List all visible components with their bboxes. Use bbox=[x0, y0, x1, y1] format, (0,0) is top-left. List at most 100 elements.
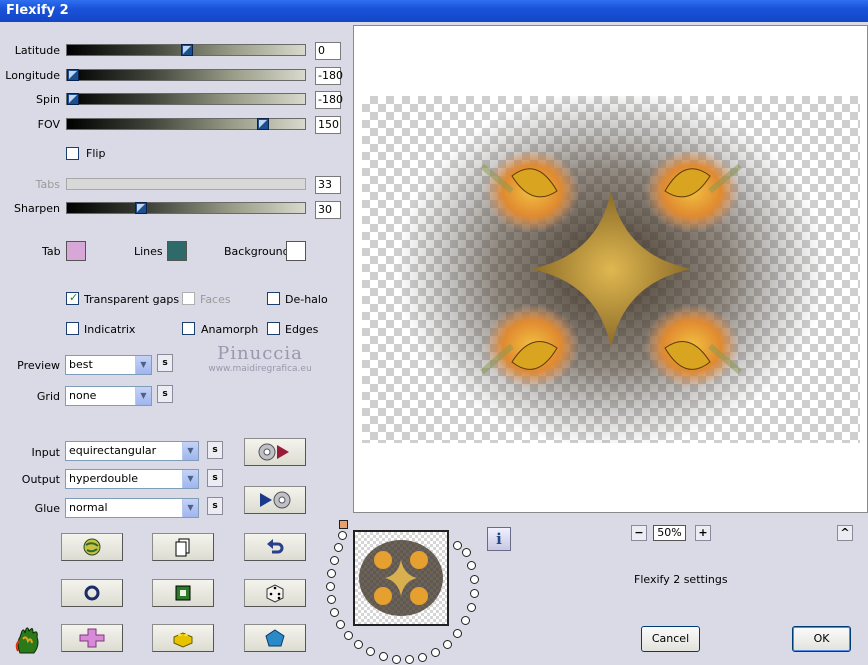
indicatrix-label: Indicatrix bbox=[84, 323, 136, 336]
preview-mode-s-button[interactable]: s bbox=[157, 354, 173, 372]
background-color-swatch[interactable] bbox=[286, 241, 306, 261]
preview-mode-select[interactable]: best ▼ bbox=[65, 355, 152, 375]
title-bar: Flexify 2 bbox=[0, 0, 868, 22]
output-s-button[interactable]: s bbox=[207, 469, 223, 487]
orbit-dot[interactable] bbox=[330, 556, 339, 565]
latitude-value-input[interactable]: 0 bbox=[315, 42, 341, 60]
output-projection-select[interactable]: hyperdouble ▼ bbox=[65, 469, 199, 489]
tabs-label: Tabs bbox=[35, 178, 60, 191]
orbit-dot[interactable] bbox=[462, 548, 471, 557]
tabs-slider bbox=[66, 178, 306, 190]
spin-slider[interactable] bbox=[66, 93, 306, 105]
grid-s-button[interactable]: s bbox=[157, 385, 173, 403]
lines-color-label: Lines bbox=[134, 245, 163, 258]
longitude-value-input[interactable]: -180 bbox=[315, 67, 343, 85]
orbit-dot[interactable] bbox=[327, 569, 336, 578]
glue-select[interactable]: normal ▼ bbox=[65, 498, 199, 518]
info-button[interactable]: i bbox=[487, 527, 511, 551]
pentagon-button[interactable] bbox=[244, 624, 306, 652]
orbit-dot[interactable] bbox=[453, 629, 462, 638]
orbit-dot[interactable] bbox=[467, 561, 476, 570]
orbit-handle[interactable] bbox=[339, 520, 348, 529]
cross-button[interactable] bbox=[61, 624, 123, 652]
longitude-slider-thumb[interactable] bbox=[67, 69, 79, 81]
collapse-button[interactable]: ^ bbox=[837, 525, 853, 541]
preview-image bbox=[396, 96, 826, 443]
orbit-dot[interactable] bbox=[334, 543, 343, 552]
copy-button[interactable] bbox=[152, 533, 214, 561]
orbit-dot[interactable] bbox=[326, 582, 335, 591]
fov-slider-thumb[interactable] bbox=[257, 118, 269, 130]
preview-panel[interactable] bbox=[353, 25, 868, 513]
indicatrix-checkbox[interactable] bbox=[66, 322, 79, 335]
orbit-dot[interactable] bbox=[405, 655, 414, 664]
square-button[interactable] bbox=[152, 579, 214, 607]
orbit-dot[interactable] bbox=[418, 653, 427, 662]
tab-color-swatch[interactable] bbox=[66, 241, 86, 261]
orbit-dot[interactable] bbox=[336, 620, 345, 629]
input-projection-select[interactable]: equirectangular ▼ bbox=[65, 441, 199, 461]
random-globe-button[interactable] bbox=[61, 533, 123, 561]
fov-value-input[interactable]: 150 bbox=[315, 116, 341, 134]
ok-button[interactable]: OK bbox=[792, 626, 851, 652]
play-to-disc-button[interactable] bbox=[244, 486, 306, 514]
brick-button[interactable] bbox=[152, 624, 214, 652]
transparent-gaps-checkbox[interactable]: ✓ bbox=[66, 291, 79, 305]
spin-value-input[interactable]: -180 bbox=[315, 91, 343, 109]
brick-icon bbox=[173, 632, 193, 648]
orbit-dot[interactable] bbox=[327, 595, 336, 604]
glue-s-button[interactable]: s bbox=[207, 497, 223, 515]
orbit-dot[interactable] bbox=[366, 647, 375, 656]
anamorph-checkbox[interactable] bbox=[182, 322, 195, 335]
edges-checkbox[interactable] bbox=[267, 322, 280, 335]
tabs-value-input[interactable]: 33 bbox=[315, 176, 341, 194]
orbit-dot[interactable] bbox=[470, 589, 479, 598]
orbit-dot[interactable] bbox=[338, 531, 347, 540]
input-s-button[interactable]: s bbox=[207, 441, 223, 459]
latitude-slider-thumb[interactable] bbox=[181, 44, 193, 56]
de-halo-label: De-halo bbox=[285, 293, 328, 306]
fov-slider[interactable] bbox=[66, 118, 306, 130]
zoom-in-button[interactable]: + bbox=[695, 525, 711, 541]
chevron-down-icon[interactable]: ▼ bbox=[182, 442, 198, 460]
orbit-dot[interactable] bbox=[453, 541, 462, 550]
preview-mode-label: Preview bbox=[17, 359, 60, 372]
de-halo-checkbox[interactable] bbox=[267, 292, 280, 305]
dice-button[interactable] bbox=[244, 579, 306, 607]
sharpen-slider-thumb[interactable] bbox=[135, 202, 147, 214]
spin-slider-thumb[interactable] bbox=[67, 93, 79, 105]
orbit-dot[interactable] bbox=[379, 652, 388, 661]
undo-button[interactable] bbox=[244, 533, 306, 561]
copy-icon bbox=[175, 538, 190, 557]
zoom-out-button[interactable]: − bbox=[631, 525, 647, 541]
orbit-dot[interactable] bbox=[344, 631, 353, 640]
flip-checkbox[interactable] bbox=[66, 147, 79, 160]
orbit-dot[interactable] bbox=[470, 575, 479, 584]
sharpen-slider[interactable] bbox=[66, 202, 306, 214]
chevron-down-icon[interactable]: ▼ bbox=[135, 387, 151, 405]
chevron-down-icon[interactable]: ▼ bbox=[182, 499, 198, 517]
orbit-dot[interactable] bbox=[431, 648, 440, 657]
check-mark-icon: ✓ bbox=[69, 291, 79, 304]
sharpen-value-input[interactable]: 30 bbox=[315, 201, 341, 219]
latitude-slider[interactable] bbox=[66, 44, 306, 56]
chevron-down-icon[interactable]: ▼ bbox=[135, 356, 151, 374]
longitude-slider[interactable] bbox=[66, 69, 306, 81]
cancel-button[interactable]: Cancel bbox=[641, 626, 700, 652]
orbit-dot[interactable] bbox=[461, 616, 470, 625]
circle-button[interactable] bbox=[61, 579, 123, 607]
flaming-hand-icon bbox=[14, 625, 42, 655]
output-label: Output bbox=[21, 473, 60, 486]
navigator-thumbnail[interactable] bbox=[353, 530, 449, 626]
orbit-dot[interactable] bbox=[467, 603, 476, 612]
grid-select[interactable]: none ▼ bbox=[65, 386, 152, 406]
lines-color-swatch[interactable] bbox=[167, 241, 187, 261]
orbit-dot[interactable] bbox=[330, 608, 339, 617]
orbit-dot[interactable] bbox=[392, 655, 401, 664]
preview-canvas[interactable] bbox=[362, 96, 860, 443]
chevron-down-icon[interactable]: ▼ bbox=[182, 470, 198, 488]
fov-label: FOV bbox=[37, 118, 60, 131]
disc-to-play-button[interactable] bbox=[244, 438, 306, 466]
orbit-dot[interactable] bbox=[354, 640, 363, 649]
orbit-dot[interactable] bbox=[443, 640, 452, 649]
